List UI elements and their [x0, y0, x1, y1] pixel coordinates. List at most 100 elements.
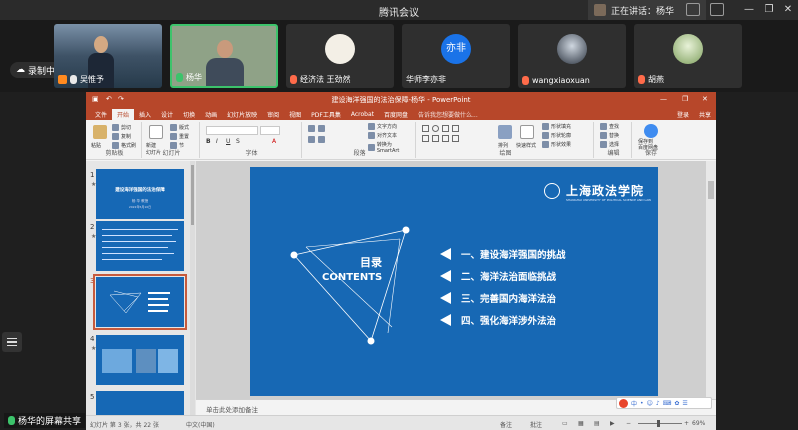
pin-icon[interactable] — [710, 3, 724, 16]
copy-button[interactable]: 复制 — [112, 133, 131, 140]
italic-button[interactable]: I — [216, 138, 218, 145]
bullets-button[interactable] — [308, 125, 315, 132]
minimize-icon[interactable]: — — [660, 95, 667, 103]
tab-baidu-netdisk[interactable]: 百度网盘 — [379, 109, 413, 120]
ime-toolbar[interactable]: 中 • ☺ ♪ ⌨ ✿ ☰ — [616, 397, 712, 409]
tab-home[interactable]: 开始 — [112, 108, 135, 120]
share-button[interactable]: 共享 — [694, 109, 716, 120]
close-icon[interactable]: ✕ — [781, 3, 795, 17]
shape-icon[interactable] — [452, 125, 459, 132]
slides-group: 新建 幻灯片 版式 重置 节 幻灯片 — [144, 122, 200, 158]
bold-button[interactable]: B — [206, 138, 211, 145]
emoji-icon[interactable]: ☺ — [647, 400, 653, 407]
slide-scrollbar[interactable] — [706, 161, 716, 399]
shape-effects-button[interactable]: 形状效果 — [542, 141, 571, 148]
punctuation-icon[interactable]: • — [640, 400, 644, 407]
baidu-netdisk-icon[interactable] — [644, 124, 658, 138]
rectangle-shape-icon[interactable] — [422, 125, 429, 132]
scissors-icon — [112, 124, 119, 131]
keyboard-icon[interactable]: ⌨ — [663, 400, 672, 407]
skin-icon[interactable]: ✿ — [674, 400, 679, 407]
oval-shape-icon[interactable] — [432, 125, 439, 132]
tab-design[interactable]: 设计 — [156, 109, 178, 120]
minimize-icon[interactable]: — — [742, 3, 756, 17]
font-name-select[interactable] — [206, 126, 258, 135]
shape-icon[interactable] — [422, 135, 429, 142]
reading-view-icon[interactable]: ▤ — [594, 420, 600, 427]
font-size-select[interactable] — [260, 126, 280, 135]
comments-toggle[interactable]: 批注 — [530, 420, 542, 429]
text-direction-button[interactable]: 文字方向 — [368, 123, 397, 130]
host-icon — [58, 75, 67, 84]
zoom-slider[interactable] — [638, 423, 682, 424]
participant-tile[interactable]: 吴惟予 — [54, 24, 162, 88]
tab-animations[interactable]: 动画 — [200, 109, 222, 120]
slideshow-icon[interactable]: ▶ — [610, 420, 615, 427]
select-button[interactable]: 选择 — [600, 141, 619, 148]
shape-outline-button[interactable]: 形状轮廓 — [542, 132, 571, 139]
participant-tile[interactable]: 胡燕 — [634, 24, 742, 88]
tab-file[interactable]: 文件 — [90, 109, 112, 120]
notes-toggle[interactable]: 备注 — [500, 420, 512, 429]
align-text-button[interactable]: 对齐文本 — [368, 132, 397, 139]
shadow-button[interactable]: S — [236, 138, 240, 145]
arrange-icon[interactable] — [498, 125, 512, 139]
layout-button[interactable]: 版式 — [170, 124, 189, 131]
align-center-button[interactable] — [318, 136, 325, 143]
shape-icon[interactable] — [452, 135, 459, 142]
slide-thumbnail-1[interactable]: 建设海洋强国的法治保障 杨 华 教授 2022年5月10日 — [96, 169, 184, 219]
tab-view[interactable]: 视图 — [284, 109, 306, 120]
thumbnails-scrollbar[interactable] — [190, 161, 195, 415]
font-color-button[interactable]: A — [272, 138, 276, 145]
find-button[interactable]: 查找 — [600, 123, 619, 130]
shape-icon[interactable] — [442, 135, 449, 142]
tab-insert[interactable]: 插入 — [134, 109, 156, 120]
tab-slideshow[interactable]: 幻灯片放映 — [222, 109, 262, 120]
menu-icon[interactable]: ☰ — [682, 400, 687, 407]
zoom-slider-thumb[interactable] — [657, 420, 660, 427]
slide-sorter-icon[interactable]: ▦ — [578, 420, 584, 427]
align-left-button[interactable] — [308, 136, 315, 143]
maximize-icon[interactable]: ❐ — [762, 3, 776, 17]
toc-heading: 目录 — [360, 256, 382, 269]
participant-tile[interactable]: 亦非 华师李亦非 — [402, 24, 510, 88]
tell-me-box[interactable]: 告诉我您想要做什么... — [413, 109, 483, 120]
underline-button[interactable]: U — [226, 138, 230, 145]
tab-acrobat[interactable]: Acrobat — [346, 110, 379, 119]
normal-view-icon[interactable]: ▭ — [562, 420, 568, 427]
member-list-button[interactable] — [2, 332, 22, 352]
ime-mode[interactable]: 中 — [631, 399, 637, 408]
quick-styles-icon[interactable] — [520, 125, 534, 139]
tab-transitions[interactable]: 切换 — [178, 109, 200, 120]
reset-button[interactable]: 重置 — [170, 133, 189, 140]
zoom-in-icon[interactable]: + — [684, 420, 689, 427]
effects-icon — [542, 141, 549, 148]
participant-tile[interactable]: 杨华 — [170, 24, 278, 88]
zoom-out-icon[interactable]: − — [626, 420, 631, 427]
login-link[interactable]: 登录 — [672, 109, 694, 120]
paste-icon[interactable] — [93, 125, 107, 139]
maximize-icon[interactable]: ❐ — [682, 95, 688, 103]
slide-thumbnail-5[interactable] — [96, 391, 184, 415]
replace-button[interactable]: 替换 — [600, 132, 619, 139]
close-icon[interactable]: ✕ — [702, 95, 708, 103]
grid-layout-icon[interactable] — [686, 3, 700, 16]
group-label: 字体 — [245, 150, 258, 157]
current-slide[interactable]: 上海政法学院 SHANGHAI UNIVERSITY OF POLITICAL … — [250, 167, 658, 396]
participant-tile[interactable]: 经济法 王劲然 — [286, 24, 394, 88]
shape-icon[interactable] — [432, 135, 439, 142]
tab-review[interactable]: 审阅 — [262, 109, 284, 120]
numbering-button[interactable] — [318, 125, 325, 132]
language-indicator[interactable]: 中文(中国) — [186, 420, 215, 429]
voice-icon[interactable]: ♪ — [656, 400, 660, 407]
slide-thumbnail-2[interactable] — [96, 221, 184, 271]
slide-thumbnail-4[interactable] — [96, 335, 184, 385]
slide-thumbnail-3[interactable] — [93, 274, 187, 330]
cut-button[interactable]: 剪切 — [112, 124, 131, 131]
new-slide-icon[interactable] — [149, 125, 163, 139]
zoom-level[interactable]: 69% — [692, 420, 705, 427]
shape-icon[interactable] — [442, 125, 449, 132]
participant-tile[interactable]: wangxiaoxuan — [518, 24, 626, 88]
shape-fill-button[interactable]: 形状填充 — [542, 123, 571, 130]
tab-pdf-tools[interactable]: PDF工具集 — [306, 109, 346, 120]
